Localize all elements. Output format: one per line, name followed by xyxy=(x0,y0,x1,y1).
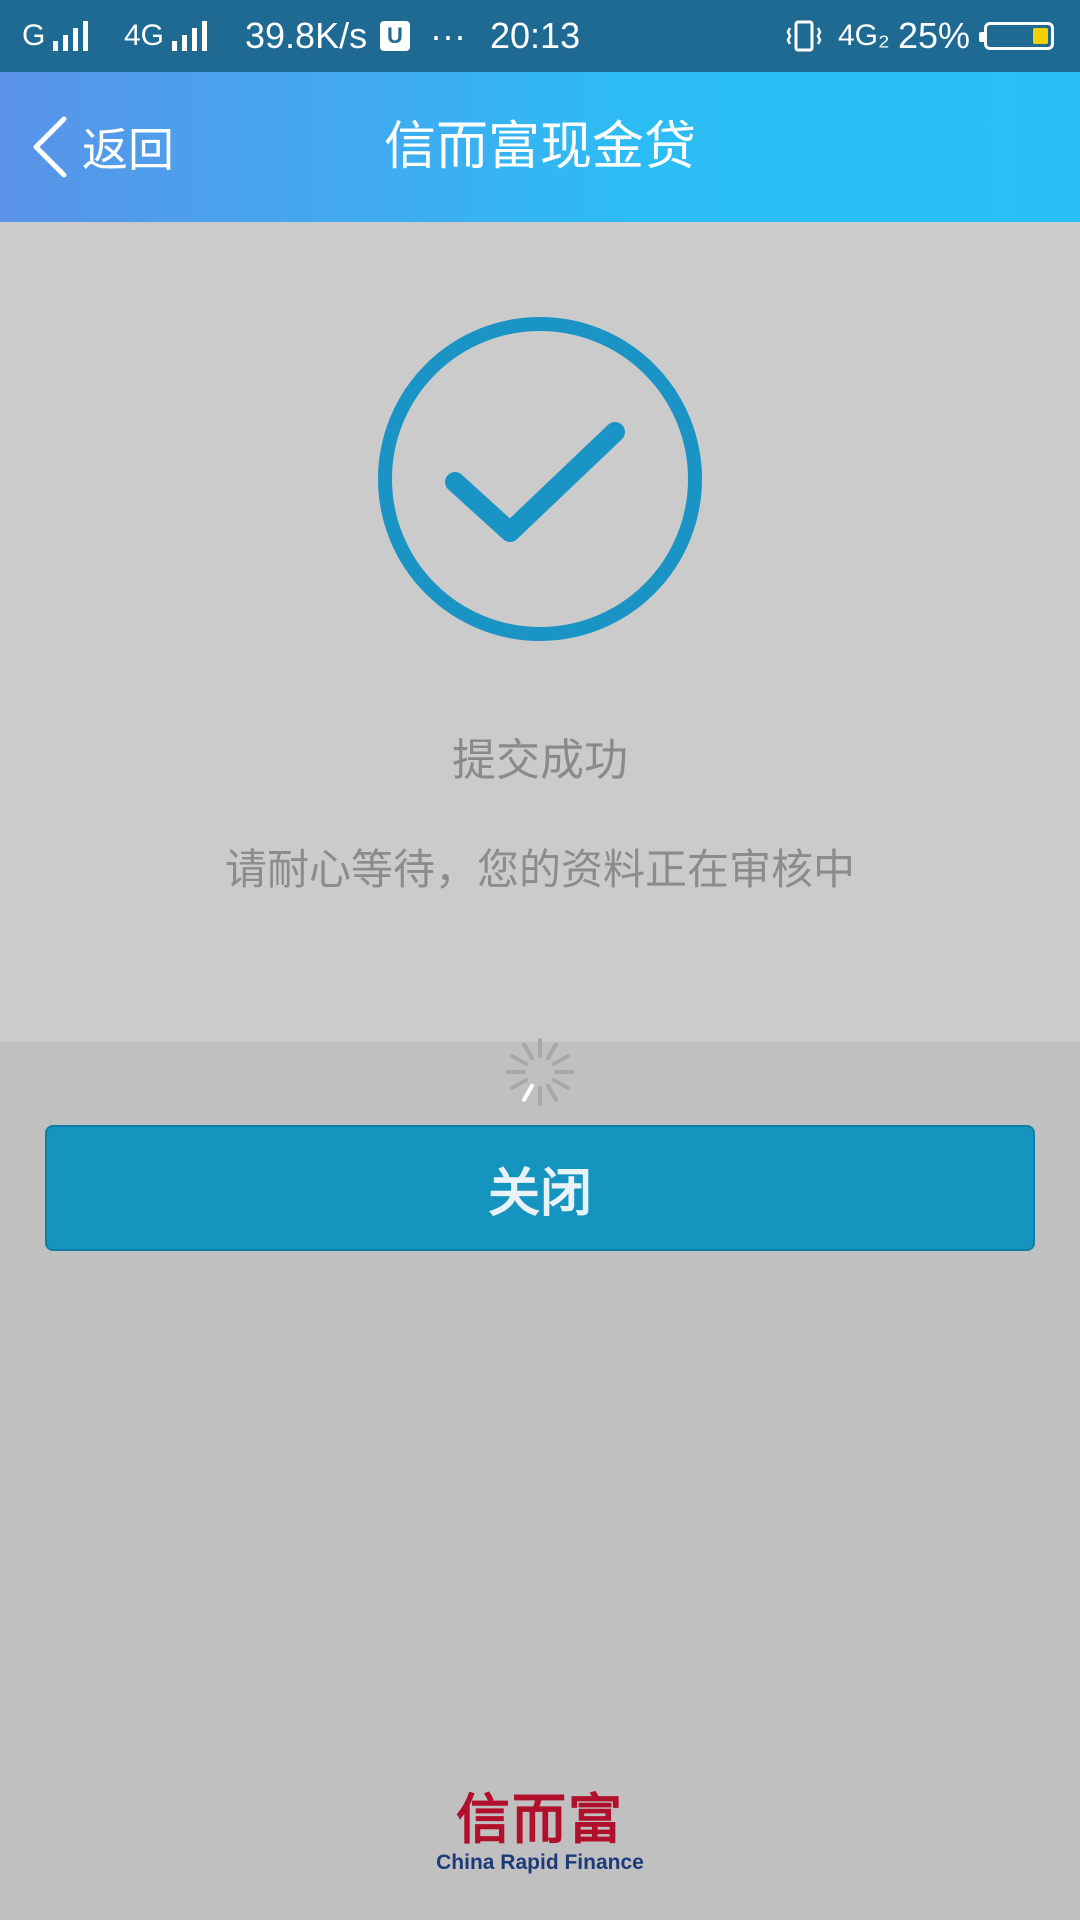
signal-icon xyxy=(53,21,93,51)
app-notification: U xyxy=(380,0,410,72)
spinner-tick xyxy=(522,1083,534,1102)
spinner-tick xyxy=(551,1054,570,1066)
more-notifications: ··· xyxy=(430,15,466,56)
battery-fill xyxy=(1033,28,1048,44)
result-panel: 提交成功 请耐心等待，您的资料正在审核中 xyxy=(0,222,1080,1042)
chevron-left-icon xyxy=(33,116,67,178)
signal-group-2: 4G xyxy=(124,0,212,72)
back-button-label: 返回 xyxy=(82,123,174,177)
logo-chinese: 信而富 xyxy=(456,1787,624,1851)
network-type-2: 4G xyxy=(124,19,165,52)
spinner-tick xyxy=(510,1054,529,1066)
clock: 20:13 xyxy=(490,15,581,56)
spinner-tick xyxy=(522,1042,534,1061)
uc-browser-icon: U xyxy=(380,21,410,51)
logo-english: China Rapid Finance xyxy=(436,1851,644,1874)
brand-logo: 信而富 China Rapid Finance xyxy=(430,1788,650,1876)
close-button[interactable]: 关闭 xyxy=(45,1125,1035,1251)
spinner-tick xyxy=(546,1083,558,1102)
signal-icon xyxy=(172,21,212,51)
signal-group-1: G xyxy=(22,0,93,72)
success-description: 请耐心等待，您的资料正在审核中 xyxy=(224,845,855,894)
nav-bar: 信而富现金贷 返回 xyxy=(0,72,1080,222)
battery-icon xyxy=(979,0,1054,72)
vibrate-icon xyxy=(784,0,824,72)
status-bar: G 4G 39.8K/s U ··· 20:13 4G₂ 25% xyxy=(0,0,1080,72)
battery-percent: 25% xyxy=(898,15,971,56)
back-button[interactable]: 返回 xyxy=(24,72,174,222)
success-check-icon xyxy=(378,317,702,641)
spinner-tick xyxy=(510,1078,529,1090)
spinner-tick xyxy=(551,1078,570,1090)
network-type-1: G xyxy=(22,19,46,52)
spinner-tick xyxy=(546,1042,558,1061)
success-title: 提交成功 xyxy=(452,735,628,786)
network-type-3: 4G₂ xyxy=(838,19,890,52)
network-speed: 39.8K/s xyxy=(245,15,368,56)
loading-spinner-icon xyxy=(506,1038,574,1106)
